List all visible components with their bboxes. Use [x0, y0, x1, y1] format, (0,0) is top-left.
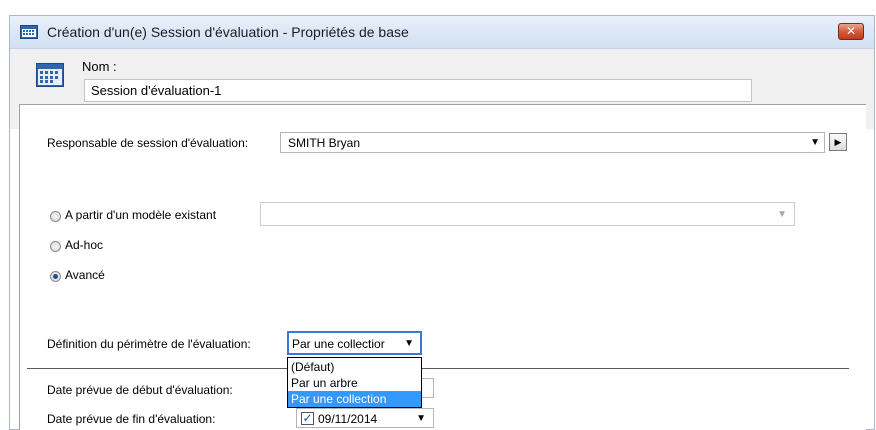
- name-field[interactable]: Session d'évaluation-1: [84, 79, 752, 102]
- from-model-label: A partir d'un modèle existant: [65, 208, 217, 222]
- calendar-icon: [20, 25, 38, 39]
- dropdown-option-tree[interactable]: Par un arbre: [288, 375, 421, 391]
- ad-hoc-label: Ad-hoc: [65, 238, 104, 252]
- window-title: Création d'un(e) Session d'évaluation - …: [47, 24, 409, 40]
- chevron-down-icon: ▼: [810, 137, 820, 148]
- title-bar: Création d'un(e) Session d'évaluation - …: [10, 16, 874, 49]
- scope-value: Par une collectior: [292, 337, 385, 351]
- radio-ad-hoc[interactable]: [50, 241, 61, 252]
- chevron-down-icon: ▼: [416, 413, 426, 424]
- start-date-label: Date prévue de début d'évaluation:: [47, 383, 233, 397]
- end-date-picker[interactable]: ✓ 09/11/2014 ▼: [296, 408, 434, 428]
- section-divider: [27, 368, 849, 369]
- end-date-value: 09/11/2014: [318, 412, 378, 426]
- radio-advanced[interactable]: [50, 271, 61, 282]
- responsable-label: Responsable de session d'évaluation:: [47, 136, 249, 150]
- model-select[interactable]: ▼: [260, 202, 795, 226]
- dropdown-option-collection[interactable]: Par une collection: [288, 391, 421, 407]
- radio-from-model[interactable]: [50, 211, 61, 222]
- close-icon: ✕: [845, 24, 857, 38]
- scope-label: Définition du périmètre de l'évaluation:: [47, 337, 251, 351]
- chevron-down-icon: ▼: [404, 338, 414, 349]
- scope-dropdown-list: (Défaut) Par un arbre Par une collection: [287, 357, 422, 408]
- play-icon: ▶: [834, 137, 842, 147]
- close-button[interactable]: ✕: [838, 23, 864, 40]
- responsable-details-button[interactable]: ▶: [829, 133, 847, 151]
- calendar-icon: [36, 63, 64, 87]
- name-label: Nom :: [82, 59, 117, 74]
- chevron-down-icon: ▼: [777, 209, 787, 220]
- dropdown-option-default[interactable]: (Défaut): [288, 359, 421, 375]
- responsable-select[interactable]: SMITH Bryan ▼: [280, 132, 825, 153]
- end-date-checkbox[interactable]: ✓: [301, 412, 314, 425]
- end-date-label: Date prévue de fin d'évaluation:: [47, 412, 216, 426]
- name-value: Session d'évaluation-1: [91, 83, 222, 98]
- responsable-value: SMITH Bryan: [288, 136, 361, 150]
- scope-select[interactable]: Par une collectior ▼: [287, 331, 422, 355]
- advanced-label: Avancé: [65, 268, 105, 282]
